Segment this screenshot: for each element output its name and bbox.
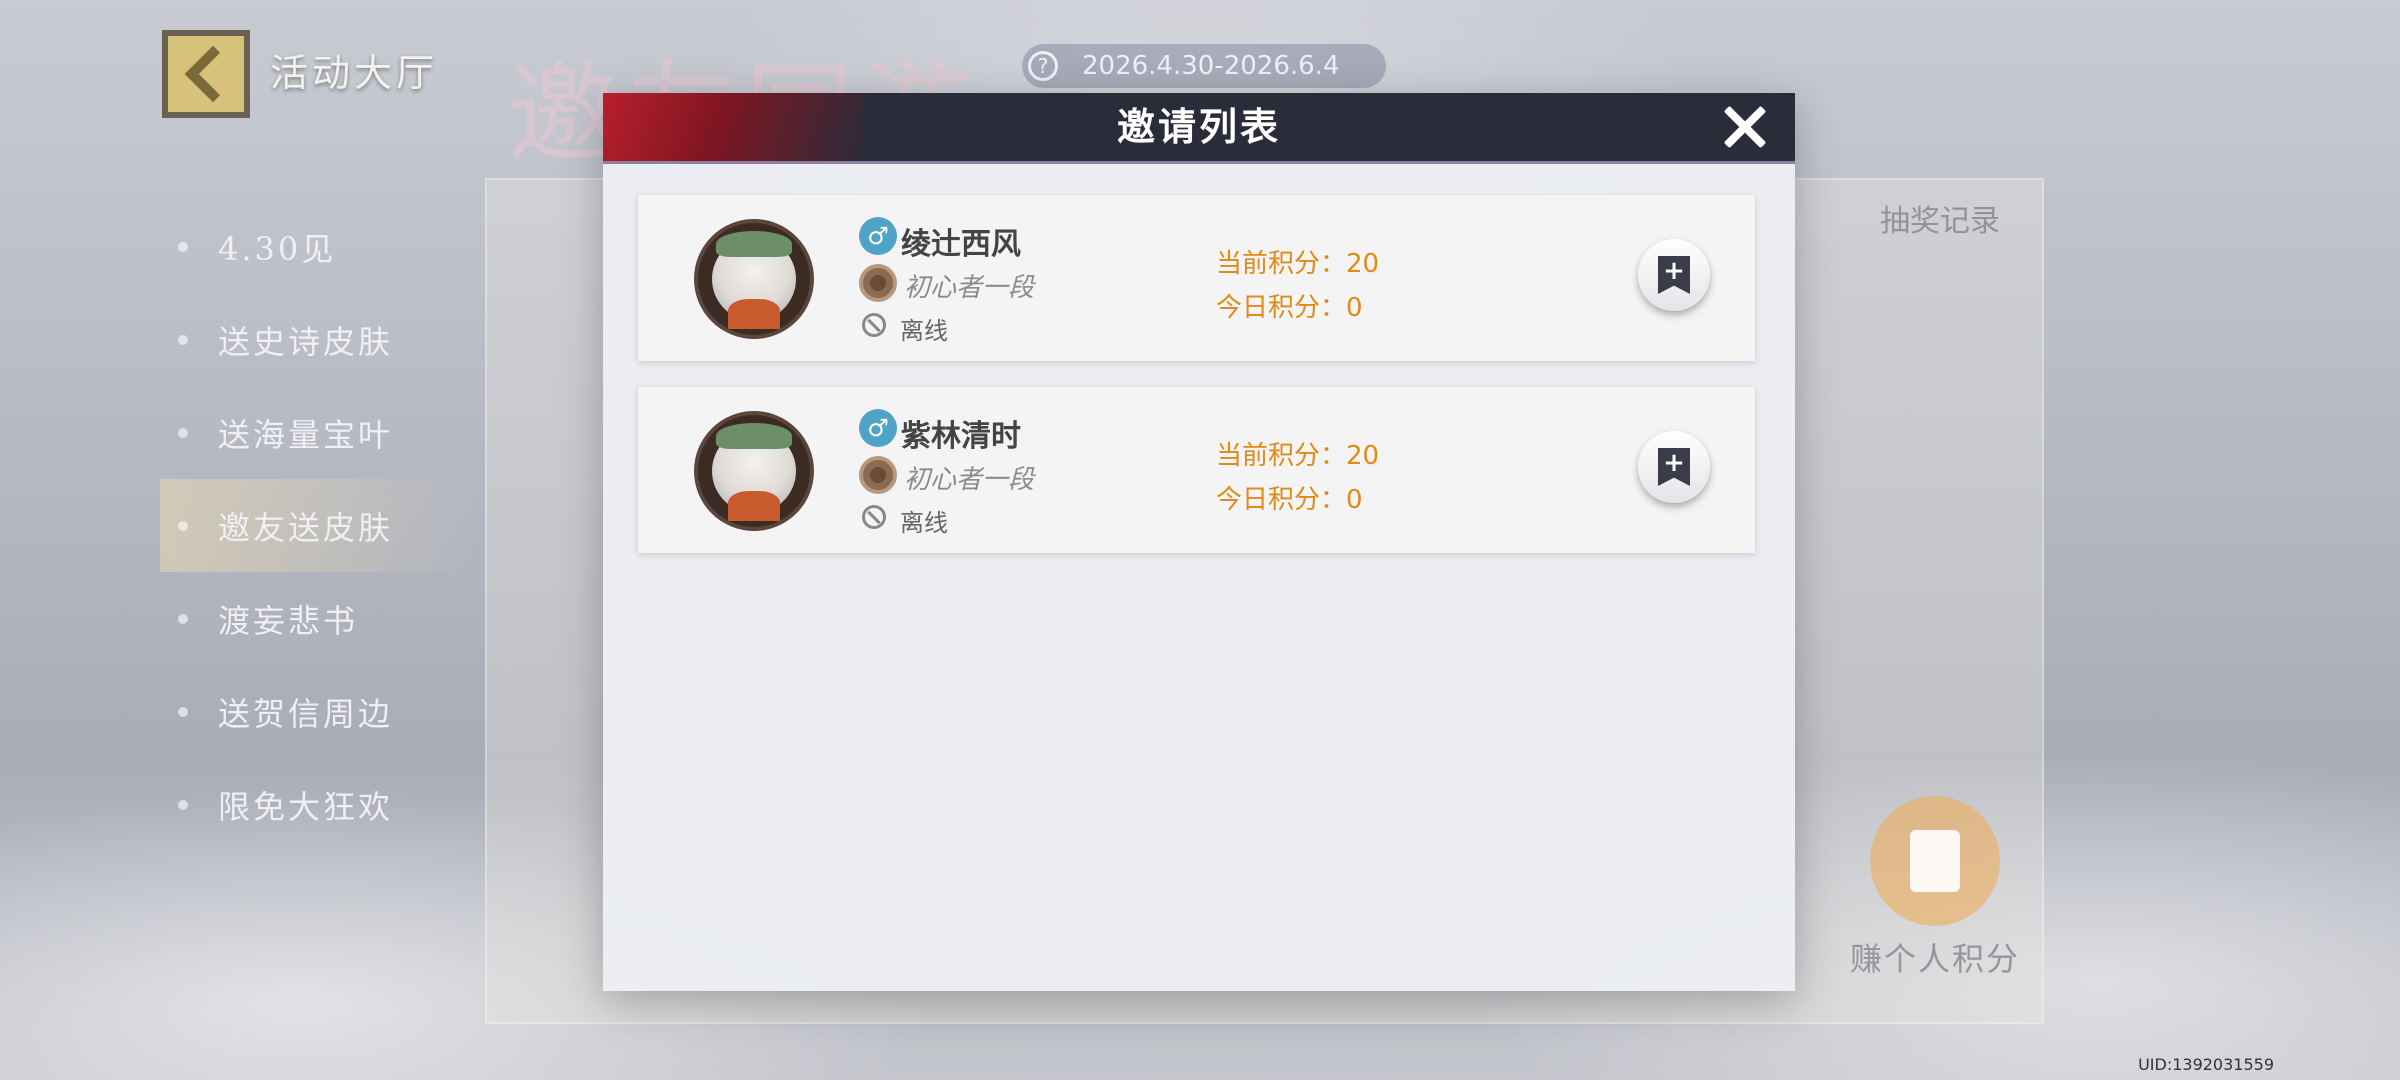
sidebar-item-label: 送海量宝叶 xyxy=(218,415,394,454)
modal-title: 邀请列表 xyxy=(1116,105,1281,149)
current-score: 当前积分：20 xyxy=(1216,249,1380,279)
bookmark-add-icon: + xyxy=(1658,448,1690,486)
male-icon: ♂ xyxy=(859,409,897,447)
invite-list: ♂ 绫辻西风 初心者一段 离线 当前积分：20 今日积分：0 + ♂ 紫林清时 … xyxy=(638,195,1755,579)
event-date-pill: ? 2026.4.30-2026.6.4 xyxy=(1022,44,1386,88)
earn-points-button[interactable]: 赚个人积分 xyxy=(1830,796,2040,980)
avatar[interactable] xyxy=(694,411,814,531)
bullet-icon xyxy=(178,427,188,438)
document-icon xyxy=(1910,830,1960,892)
sidebar-item-label: 渡妄悲书 xyxy=(218,601,359,640)
avatar-collar xyxy=(728,299,780,329)
male-icon: ♂ xyxy=(859,217,897,255)
player-name: 绫辻西风 xyxy=(901,227,1021,262)
sidebar-item-leaves[interactable]: 送海量宝叶 xyxy=(160,386,480,479)
online-status: 离线 xyxy=(900,317,948,345)
earn-points-label: 赚个人积分 xyxy=(1849,940,2020,978)
back-title: 活动大厅 xyxy=(270,51,439,95)
earn-points-icon-circle xyxy=(1870,796,2000,926)
sidebar-item-430[interactable]: 4.30见 xyxy=(160,200,480,293)
today-score: 今日积分：0 xyxy=(1216,293,1363,323)
bookmark-add-icon: + xyxy=(1658,256,1690,294)
activity-sidebar: 4.30见 送史诗皮肤 送海量宝叶 邀友送皮肤 渡妄悲书 送贺信周边 限免大狂欢 xyxy=(160,200,480,851)
sidebar-item-book[interactable]: 渡妄悲书 xyxy=(160,572,480,665)
add-invite-button[interactable]: + xyxy=(1638,431,1710,503)
sidebar-item-label: 邀友送皮肤 xyxy=(218,508,394,547)
bullet-icon xyxy=(178,706,188,717)
current-score: 当前积分：20 xyxy=(1216,441,1380,471)
sidebar-item-label: 限免大狂欢 xyxy=(218,787,394,826)
online-status: 离线 xyxy=(900,509,948,537)
sidebar-item-epic-skin[interactable]: 送史诗皮肤 xyxy=(160,293,480,386)
back-button[interactable] xyxy=(162,30,250,118)
bullet-icon xyxy=(178,799,188,810)
avatar-hat xyxy=(716,231,792,257)
bullet-icon xyxy=(178,241,188,252)
sidebar-item-letter[interactable]: 送贺信周边 xyxy=(160,665,480,758)
avatar[interactable] xyxy=(694,219,814,339)
bullet-icon xyxy=(178,520,188,531)
close-icon[interactable] xyxy=(1717,99,1773,155)
today-score: 今日积分：0 xyxy=(1216,485,1363,515)
rank-badge-icon xyxy=(859,456,897,494)
avatar-collar xyxy=(728,491,780,521)
sidebar-item-label: 送史诗皮肤 xyxy=(218,322,394,361)
player-name: 紫林清时 xyxy=(901,419,1021,454)
help-icon[interactable]: ? xyxy=(1028,51,1058,81)
sidebar-item-invite-skin[interactable]: 邀友送皮肤 xyxy=(160,479,480,572)
bullet-icon xyxy=(178,613,188,624)
lottery-record-link[interactable]: 抽奖记录 xyxy=(1880,196,2000,240)
bullet-icon xyxy=(178,334,188,345)
offline-icon xyxy=(862,313,886,337)
player-rank: 初心者一段 xyxy=(904,465,1035,495)
user-id: UID:1392031559 xyxy=(2138,1055,2274,1074)
offline-icon xyxy=(862,505,886,529)
list-item: ♂ 紫林清时 初心者一段 离线 当前积分：20 今日积分：0 + xyxy=(638,387,1755,553)
chevron-left-icon xyxy=(184,45,242,103)
sidebar-item-label: 4.30见 xyxy=(218,229,337,268)
invite-list-modal: 邀请列表 ♂ 绫辻西风 初心者一段 离线 当前积分：20 今日积分：0 + ♂ … xyxy=(603,93,1795,991)
player-rank: 初心者一段 xyxy=(904,273,1035,303)
event-date-range: 2026.4.30-2026.6.4 xyxy=(1082,51,1340,81)
sidebar-item-label: 送贺信周边 xyxy=(218,694,394,733)
rank-badge-icon xyxy=(859,264,897,302)
add-invite-button[interactable]: + xyxy=(1638,239,1710,311)
modal-header: 邀请列表 xyxy=(603,93,1795,164)
sidebar-item-free[interactable]: 限免大狂欢 xyxy=(160,758,480,851)
list-item: ♂ 绫辻西风 初心者一段 离线 当前积分：20 今日积分：0 + xyxy=(638,195,1755,361)
avatar-hat xyxy=(716,423,792,449)
